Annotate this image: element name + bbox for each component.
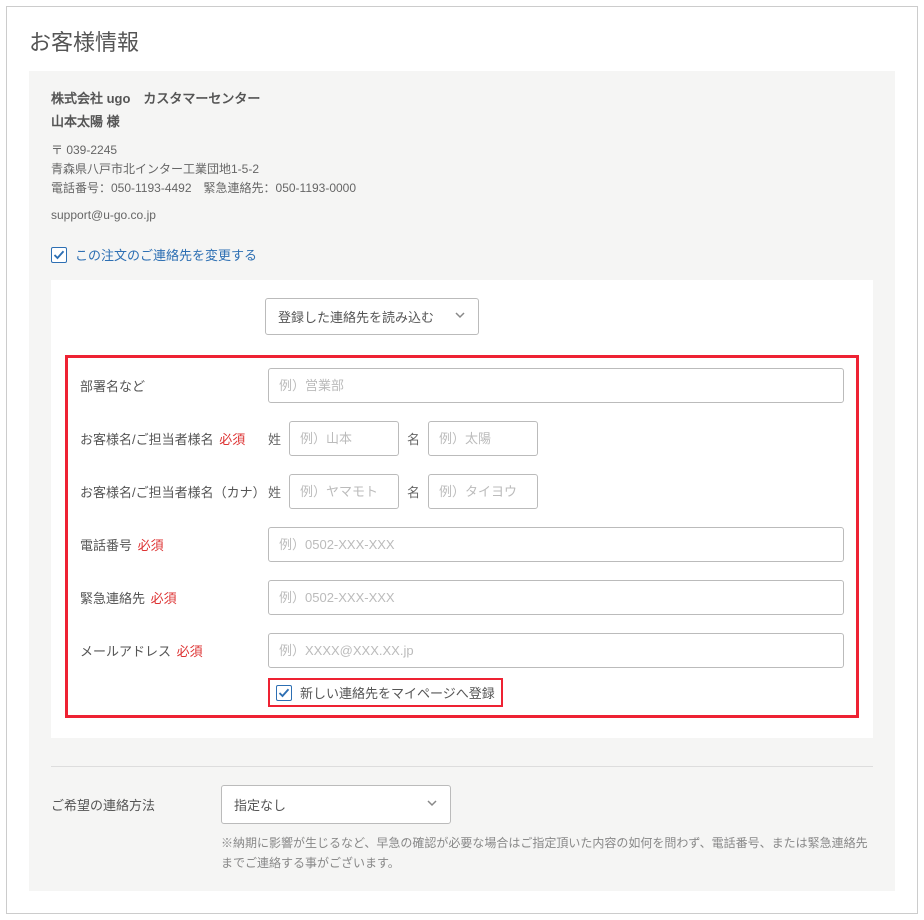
label-customer-name: お客様名/ご担当者様名 必須 — [80, 429, 268, 448]
chevron-down-icon — [426, 797, 438, 812]
label-department: 部署名など — [80, 376, 268, 395]
label-preferred-contact: ご希望の連絡方法 — [51, 785, 221, 814]
label-mei: 名 — [407, 429, 420, 448]
check-icon — [53, 249, 65, 261]
save-mypage-row[interactable]: 新しい連絡先をマイページへ登録 — [268, 678, 503, 707]
input-emergency[interactable] — [268, 580, 844, 615]
customer-email: support@u-go.co.jp — [51, 206, 873, 225]
chevron-down-icon — [454, 309, 466, 324]
customer-person: 山本太陽 様 — [51, 112, 873, 133]
change-contact-label: この注文のご連絡先を変更する — [75, 245, 257, 264]
load-contacts-label: 登録した連絡先を読み込む — [278, 307, 434, 326]
required-badge: 必須 — [177, 644, 203, 659]
customer-postal: 〒 039-2245 — [51, 141, 873, 160]
change-contact-row[interactable]: この注文のご連絡先を変更する — [51, 245, 873, 264]
page-title: お客様情報 — [7, 7, 917, 71]
required-badge: 必須 — [151, 591, 177, 606]
label-phone: 電話番号 必須 — [80, 535, 268, 554]
label-customer-name-kana: お客様名/ご担当者様名（カナ） — [80, 482, 268, 501]
required-fields-highlight: 部署名など お客様名/ご担当者様名 必須 姓 名 — [65, 355, 859, 718]
load-contacts-dropdown[interactable]: 登録した連絡先を読み込む — [265, 298, 479, 335]
customer-company: 株式会社 ugo カスタマーセンター — [51, 89, 873, 110]
label-mail: メールアドレス 必須 — [80, 641, 268, 660]
customer-info: 株式会社 ugo カスタマーセンター 山本太陽 様 〒 039-2245 青森県… — [51, 89, 873, 225]
save-mypage-label: 新しい連絡先をマイページへ登録 — [300, 683, 495, 702]
preferred-contact-row: ご希望の連絡方法 指定なし ※納期に影響が生じるなど、早急の確認が必要な場合はご… — [51, 785, 873, 872]
input-mei[interactable] — [428, 421, 538, 456]
contact-form: 登録した連絡先を読み込む 部署名など お客様名/ご担当者様名 必須 — [51, 280, 873, 738]
input-mail[interactable] — [268, 633, 844, 668]
required-badge: 必須 — [138, 538, 164, 553]
customer-phone-line: 電話番号：050-1193-4492 緊急連絡先：050-1193-0000 — [51, 179, 873, 198]
select-preferred-contact[interactable]: 指定なし — [221, 785, 451, 824]
label-sei: 姓 — [268, 429, 281, 448]
input-sei[interactable] — [289, 421, 399, 456]
customer-address: 青森県八戸市北インター工業団地1-5-2 — [51, 160, 873, 179]
customer-panel: 株式会社 ugo カスタマーセンター 山本太陽 様 〒 039-2245 青森県… — [29, 71, 895, 891]
input-mei-kana[interactable] — [428, 474, 538, 509]
select-preferred-contact-value: 指定なし — [234, 795, 286, 814]
preferred-contact-note: ※納期に影響が生じるなど、早急の確認が必要な場合はご指定頂いた内容の如何を問わず… — [221, 834, 873, 872]
input-department[interactable] — [268, 368, 844, 403]
divider — [51, 766, 873, 767]
required-badge: 必須 — [219, 432, 245, 447]
check-icon — [278, 687, 290, 699]
label-emergency: 緊急連絡先 必須 — [80, 588, 268, 607]
input-phone[interactable] — [268, 527, 844, 562]
label-sei-kana: 姓 — [268, 482, 281, 501]
input-sei-kana[interactable] — [289, 474, 399, 509]
checkbox-change-contact[interactable] — [51, 247, 67, 263]
label-mei-kana: 名 — [407, 482, 420, 501]
checkbox-save-mypage[interactable] — [276, 685, 292, 701]
